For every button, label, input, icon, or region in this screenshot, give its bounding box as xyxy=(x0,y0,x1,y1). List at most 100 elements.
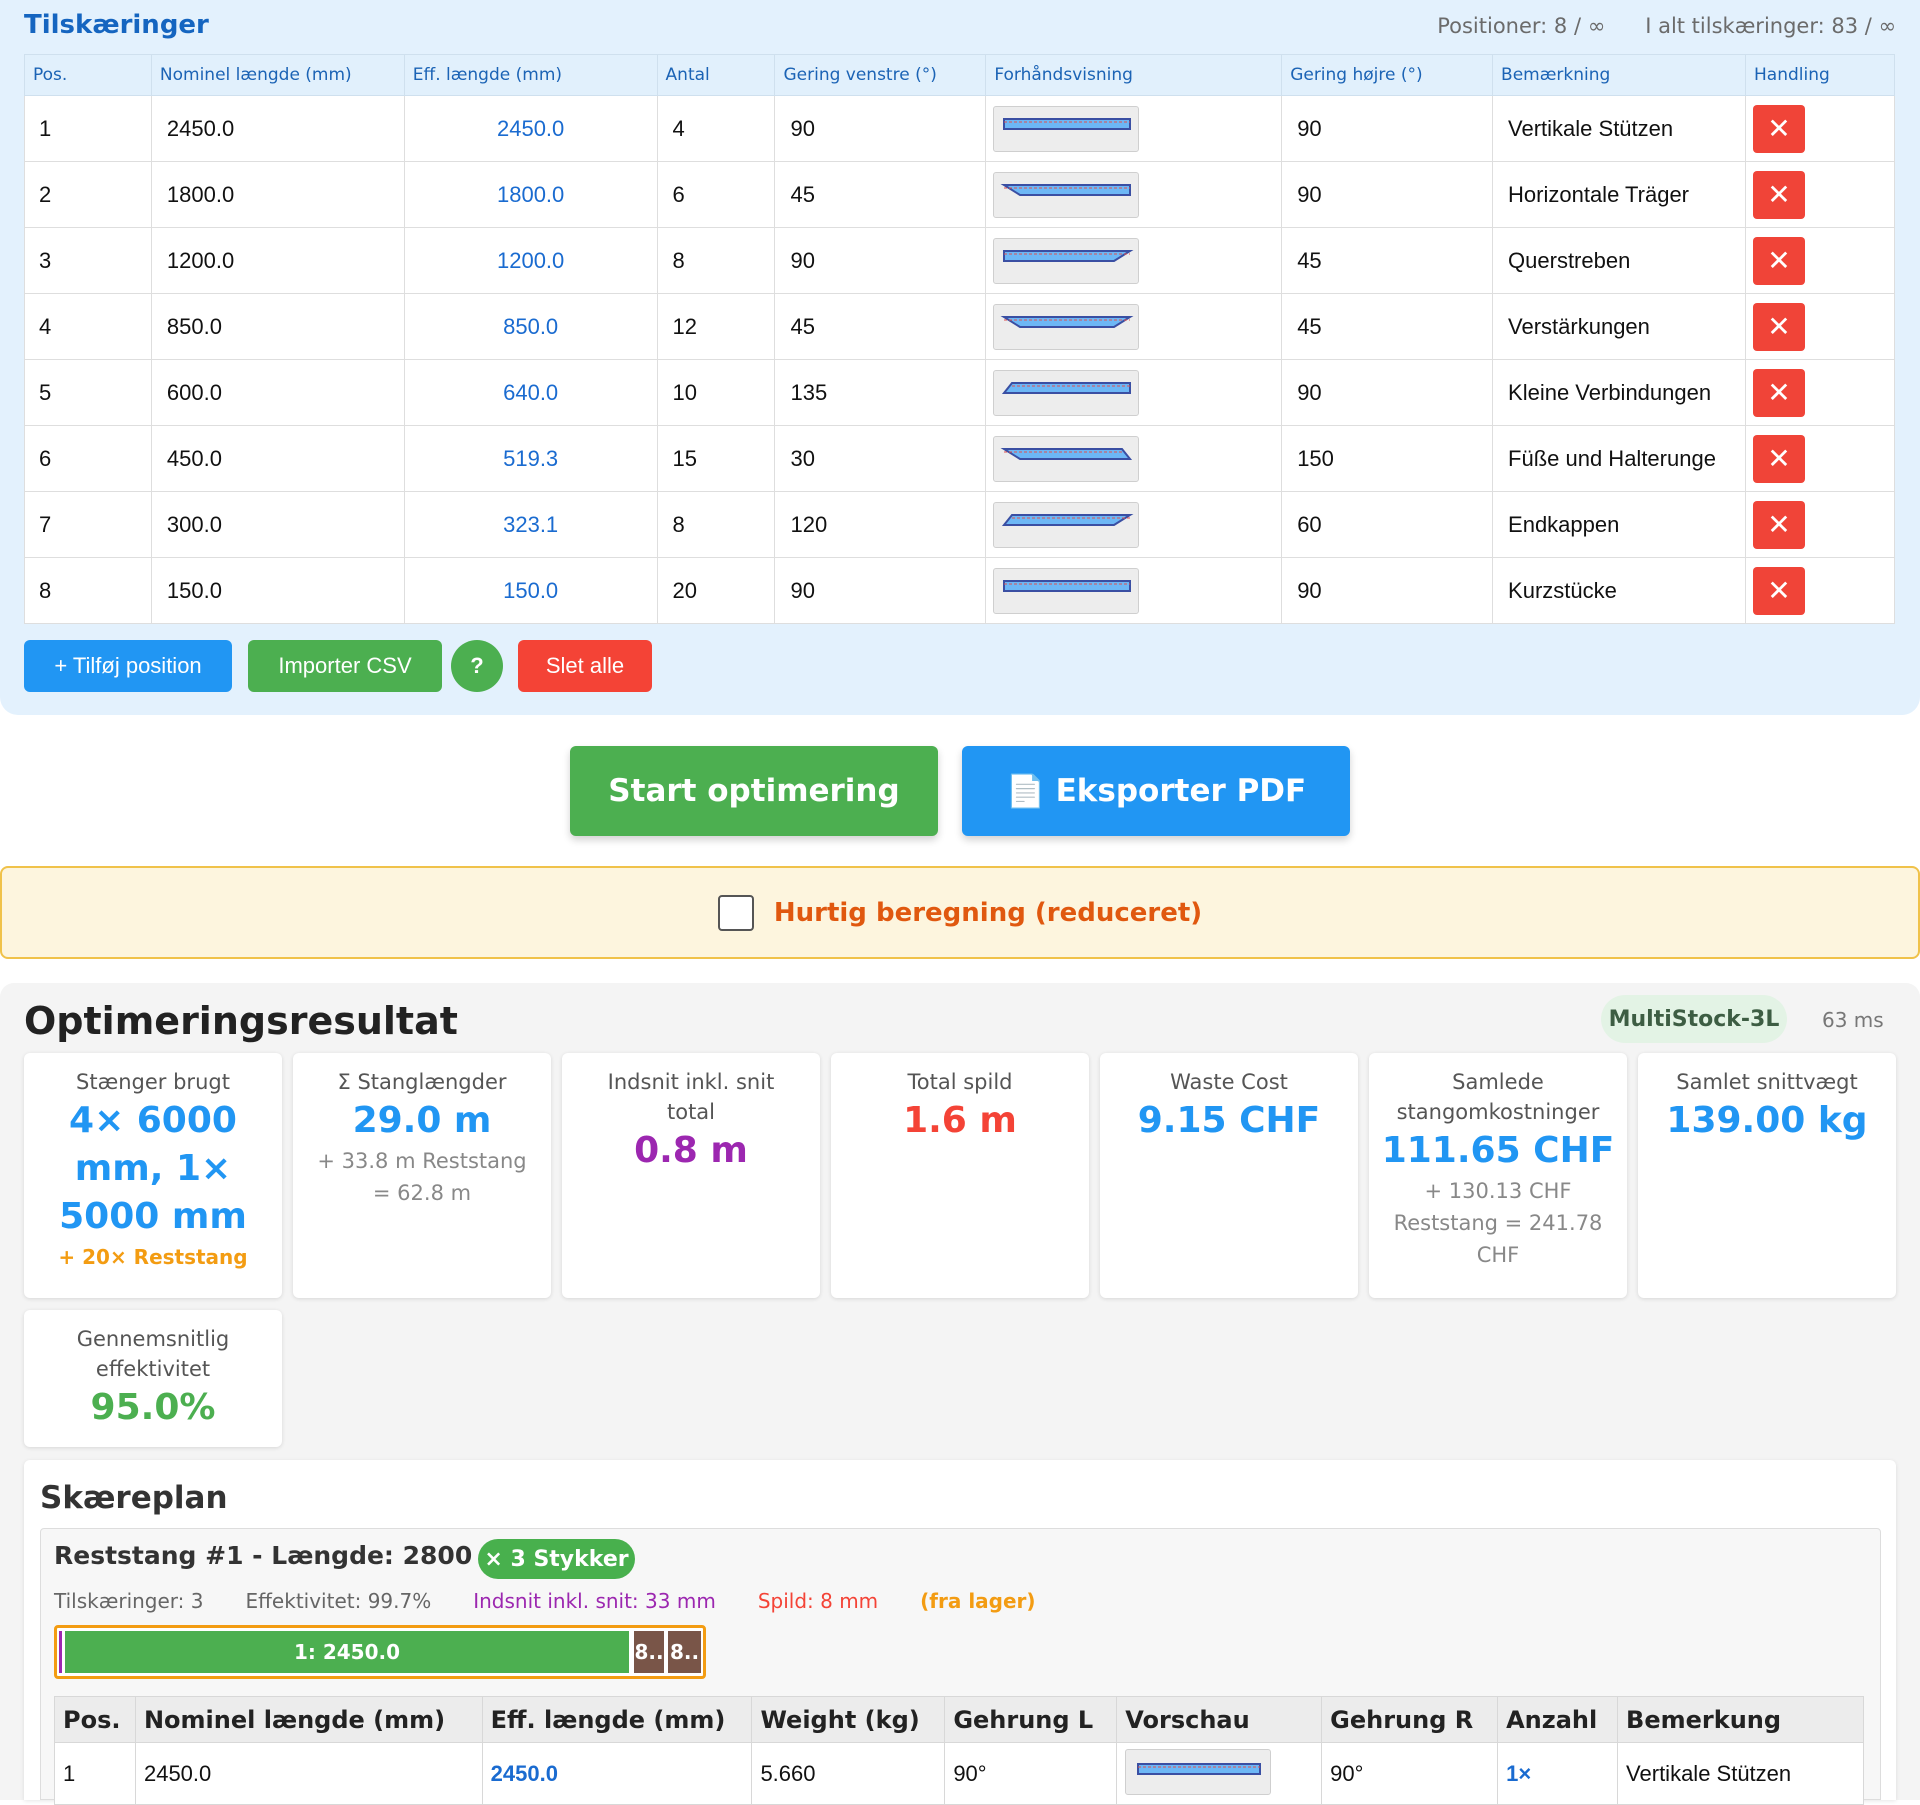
cell-miter-left[interactable]: 90 xyxy=(774,227,987,294)
cell-miter-right[interactable]: 45 xyxy=(1281,227,1494,294)
col-note[interactable]: Bemærkning xyxy=(1492,54,1746,96)
cell-miter-right[interactable]: 90 xyxy=(1281,557,1494,624)
plan-cell-pos: 1 xyxy=(54,1742,136,1805)
col-miter-left[interactable]: Gering venstre (°) xyxy=(774,54,987,96)
stat-label: Samlet snittvægt xyxy=(1676,1070,1858,1094)
cell-nominal-length[interactable]: 300.0 xyxy=(150,491,405,558)
delete-row-button[interactable]: ✕ xyxy=(1753,104,1805,153)
add-position-button[interactable]: + Tilføj position xyxy=(24,640,232,692)
fast-calculation-box: Hurtig beregning (reduceret) xyxy=(0,866,1920,959)
delete-row-button[interactable]: ✕ xyxy=(1753,500,1805,549)
cell-miter-right[interactable]: 60 xyxy=(1281,491,1494,558)
cell-note[interactable]: Vertikale Stützen xyxy=(1492,95,1746,162)
cell-nominal-length[interactable]: 450.0 xyxy=(150,425,405,492)
cell-note[interactable]: Füße und Halterunge xyxy=(1492,425,1746,492)
cell-miter-right[interactable]: 150 xyxy=(1281,425,1494,492)
cell-note[interactable]: Querstreben xyxy=(1492,227,1746,294)
col-eff[interactable]: Eff. længde (mm) xyxy=(403,54,658,96)
cell-nominal-length[interactable]: 600.0 xyxy=(150,359,405,426)
cell-preview xyxy=(985,95,1283,162)
delete-all-button[interactable]: Slet alle xyxy=(518,640,652,692)
delete-row-button[interactable]: ✕ xyxy=(1753,170,1805,219)
bar-segment[interactable]: 1: 2450.0 xyxy=(65,1631,629,1673)
bar-segment[interactable]: 8.. xyxy=(668,1631,701,1673)
col-preview: Forhåndsvisning xyxy=(985,54,1283,96)
stat-value: 95.0% xyxy=(90,1387,216,1428)
cell-nominal-length[interactable]: 1200.0 xyxy=(150,227,405,294)
fast-calculation-checkbox[interactable] xyxy=(717,894,754,931)
cell-preview xyxy=(985,359,1283,426)
stat-value: 0.8 m xyxy=(634,1130,748,1171)
plan-row: 1 2450.0 2450.0 5.660 90° 90° 1× Vertika… xyxy=(54,1742,1864,1805)
close-icon: ✕ xyxy=(1767,113,1791,144)
cut-row: 4 850.0 850.0 12 45 45 Verstärkungen ✕ xyxy=(24,293,1895,360)
cell-quantity[interactable]: 12 xyxy=(656,293,776,360)
cell-miter-left[interactable]: 120 xyxy=(774,491,987,558)
cell-quantity[interactable]: 8 xyxy=(656,227,776,294)
delete-row-button[interactable]: ✕ xyxy=(1753,368,1805,417)
plan-col-qty: Anzahl xyxy=(1497,1696,1619,1743)
help-button[interactable]: ? xyxy=(451,640,503,692)
kerf-marker xyxy=(59,1631,62,1673)
cell-miter-right[interactable]: 90 xyxy=(1281,95,1494,162)
bar-segment[interactable]: 8.. xyxy=(634,1631,664,1673)
stock-bar-heading: Reststang #1 - Længde: 2800 mm xyxy=(54,1541,534,1570)
delete-row-button[interactable]: ✕ xyxy=(1753,566,1805,615)
cell-note[interactable]: Horizontale Träger xyxy=(1492,161,1746,228)
fast-calculation-label[interactable]: Hurtig beregning (reduceret) xyxy=(774,898,1202,928)
start-optimization-button[interactable]: Start optimering xyxy=(570,746,938,836)
cell-miter-right[interactable]: 45 xyxy=(1281,293,1494,360)
cell-miter-right[interactable]: 90 xyxy=(1281,161,1494,228)
delete-row-button[interactable]: ✕ xyxy=(1753,236,1805,285)
cell-action: ✕ xyxy=(1745,557,1895,624)
plan-cell-miter-left: 90° xyxy=(944,1742,1118,1805)
total-cuts-count: I alt tilskæringer: 83 / ∞ xyxy=(1645,14,1896,38)
stock-bar-meta: Tilskæringer: 3 Effektivitet: 99.7% Inds… xyxy=(54,1589,1036,1613)
stat-value: 29.0 m xyxy=(352,1100,492,1141)
plan-cell-nominal: 2450.0 xyxy=(134,1742,483,1805)
cell-preview xyxy=(985,227,1283,294)
cell-miter-left[interactable]: 30 xyxy=(774,425,987,492)
positions-count: Positioner: 8 / ∞ xyxy=(1437,14,1606,38)
cell-quantity[interactable]: 8 xyxy=(656,491,776,558)
cell-quantity[interactable]: 6 xyxy=(656,161,776,228)
import-csv-button[interactable]: Importer CSV xyxy=(248,640,442,692)
cell-miter-left[interactable]: 45 xyxy=(774,161,987,228)
cell-quantity[interactable]: 20 xyxy=(656,557,776,624)
cell-note[interactable]: Verstärkungen xyxy=(1492,293,1746,360)
cell-quantity[interactable]: 15 xyxy=(656,425,776,492)
cell-note[interactable]: Kleine Verbindungen xyxy=(1492,359,1746,426)
cell-pos: 6 xyxy=(24,425,152,492)
col-nominal[interactable]: Nominel længde (mm) xyxy=(150,54,405,96)
close-icon: ✕ xyxy=(1767,443,1791,474)
cell-quantity[interactable]: 10 xyxy=(656,359,776,426)
plan-cell-weight: 5.660 xyxy=(751,1742,946,1805)
delete-row-button[interactable]: ✕ xyxy=(1753,302,1805,351)
cell-miter-right[interactable]: 90 xyxy=(1281,359,1494,426)
algorithm-badge: MultiStock-3L xyxy=(1601,995,1787,1043)
cell-miter-left[interactable]: 90 xyxy=(774,557,987,624)
col-pos[interactable]: Pos. xyxy=(24,54,152,96)
cell-miter-left[interactable]: 90 xyxy=(774,95,987,162)
meta-cuts: Tilskæringer: 3 xyxy=(54,1589,204,1613)
cell-nominal-length[interactable]: 2450.0 xyxy=(150,95,405,162)
cell-note[interactable]: Kurzstücke xyxy=(1492,557,1746,624)
stat-card: Waste Cost 9.15 CHF xyxy=(1100,1053,1358,1298)
cell-note[interactable]: Endkappen xyxy=(1492,491,1746,558)
delete-row-button[interactable]: ✕ xyxy=(1753,434,1805,483)
export-pdf-button[interactable]: 📄 Eksporter PDF xyxy=(962,746,1350,836)
profile-preview-icon xyxy=(993,567,1140,614)
profile-preview-icon xyxy=(993,105,1140,152)
cell-nominal-length[interactable]: 150.0 xyxy=(150,557,405,624)
cell-miter-left[interactable]: 135 xyxy=(774,359,987,426)
cell-miter-left[interactable]: 45 xyxy=(774,293,987,360)
cell-nominal-length[interactable]: 850.0 xyxy=(150,293,405,360)
stat-label: Total spild xyxy=(907,1070,1013,1094)
meta-kerf: Indsnit inkl. snit: 33 mm xyxy=(473,1589,716,1613)
col-action: Handling xyxy=(1745,54,1895,96)
col-qty[interactable]: Antal xyxy=(656,54,776,96)
col-miter-right[interactable]: Gering højre (°) xyxy=(1281,54,1494,96)
profile-preview-icon xyxy=(993,369,1140,416)
cell-nominal-length[interactable]: 1800.0 xyxy=(150,161,405,228)
cell-quantity[interactable]: 4 xyxy=(656,95,776,162)
